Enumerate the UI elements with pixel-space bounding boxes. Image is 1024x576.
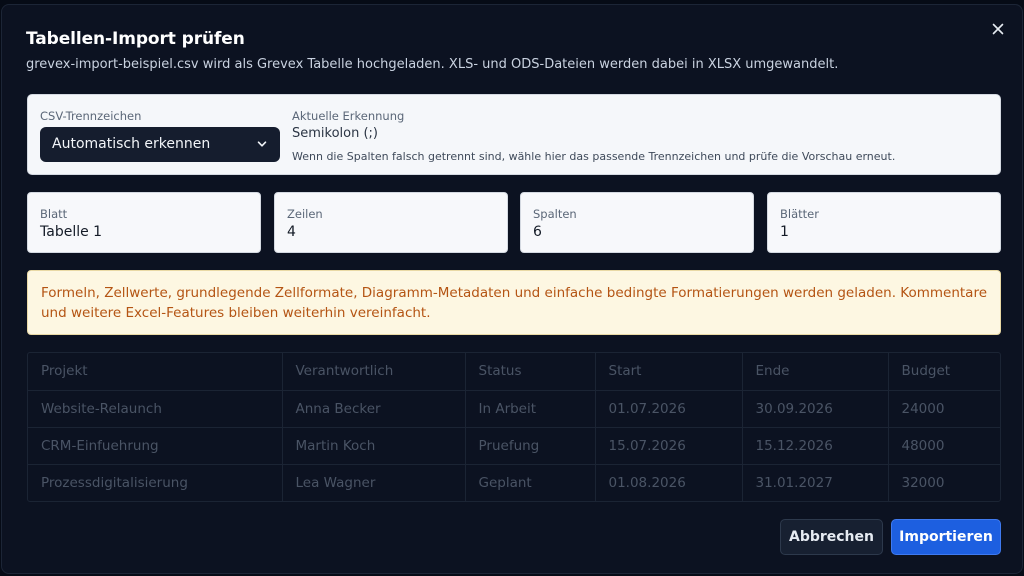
close-button[interactable] [988, 19, 1008, 39]
table-cell: Martin Koch [281, 426, 466, 465]
table-header-cell: Start [594, 353, 743, 391]
table-row: CRM-Einfuehrung Martin Koch Pruefung 15.07.… [28, 426, 1000, 465]
table-cell: 31.01.2027 [741, 463, 889, 501]
stat-value: 6 [533, 224, 542, 240]
table-cell: 24000 [887, 389, 1000, 428]
stat-value: 1 [780, 224, 789, 240]
table-cell: 48000 [887, 426, 1000, 465]
table-row: Website-Relaunch Anna Becker In Arbeit 01.0… [28, 389, 1000, 428]
table-header-cell: Ende [741, 353, 889, 391]
preview-table: Projekt Verantwortlich Status Start Ende Budg… [27, 352, 1001, 502]
stat-value: 4 [287, 224, 296, 240]
table-header-cell: Projekt [28, 353, 283, 391]
separator-select-value: Automatisch erkennen [52, 136, 211, 152]
import-button[interactable]: Importieren [891, 519, 1001, 555]
detection-value: Semikolon (;) [292, 126, 379, 141]
table-cell: Prozessdigitalisierung [28, 463, 283, 501]
table-cell: CRM-Einfuehrung [28, 426, 283, 465]
stat-label: Blatt [40, 207, 68, 221]
table-cell: 15.07.2026 [594, 426, 743, 465]
table-cell: 01.08.2026 [594, 463, 743, 501]
stat-label: Zeilen [287, 207, 323, 221]
import-dialog: Tabellen-Import prüfen grevex-import-bei… [1, 4, 1023, 574]
table-cell: Pruefung [464, 426, 596, 465]
table-header-cell: Verantwortlich [281, 353, 466, 391]
table-cell: 32000 [887, 463, 1000, 501]
warning-notice: Formeln, Zellwerte, grundlegende Zellfor… [27, 270, 1001, 335]
table-cell: Anna Becker [281, 389, 466, 428]
close-icon [992, 23, 1004, 35]
dialog-subtitle: grevex-import-beispiel.csv wird als Grev… [26, 57, 839, 72]
chevron-down-icon [257, 141, 267, 147]
dialog-title: Tabellen-Import prüfen [26, 29, 245, 49]
separator-label: CSV-Trennzeichen [40, 109, 142, 123]
table-cell: In Arbeit [464, 389, 596, 428]
table-row: Prozessdigitalisierung Lea Wagner Geplant 0… [28, 463, 1000, 501]
stat-rows: Zeilen 4 [274, 192, 508, 253]
table-cell: 01.07.2026 [594, 389, 743, 428]
separator-hint: Wenn die Spalten falsch getrennt sind, w… [292, 150, 896, 163]
stat-columns: Spalten 6 [520, 192, 754, 253]
cancel-button[interactable]: Abbrechen [780, 519, 883, 555]
stat-label: Spalten [533, 207, 577, 221]
table-cell: 30.09.2026 [741, 389, 889, 428]
stat-value: Tabelle 1 [40, 224, 103, 240]
table-cell: 15.12.2026 [741, 426, 889, 465]
table-header-cell: Status [464, 353, 596, 391]
stat-label: Blätter [780, 207, 819, 221]
table-cell: Website-Relaunch [28, 389, 283, 428]
detection-label: Aktuelle Erkennung [292, 109, 405, 123]
table-cell: Geplant [464, 463, 596, 501]
table-cell: Lea Wagner [281, 463, 466, 501]
stat-sheets: Blätter 1 [767, 192, 1001, 253]
table-header-row: Projekt Verantwortlich Status Start Ende Budg… [28, 353, 1000, 391]
table-header-cell: Budget [887, 353, 1000, 391]
separator-panel: CSV-Trennzeichen Automatisch erkennen Ak… [27, 94, 1001, 175]
separator-select[interactable]: Automatisch erkennen [40, 127, 280, 162]
stat-sheet: Blatt Tabelle 1 [27, 192, 261, 253]
